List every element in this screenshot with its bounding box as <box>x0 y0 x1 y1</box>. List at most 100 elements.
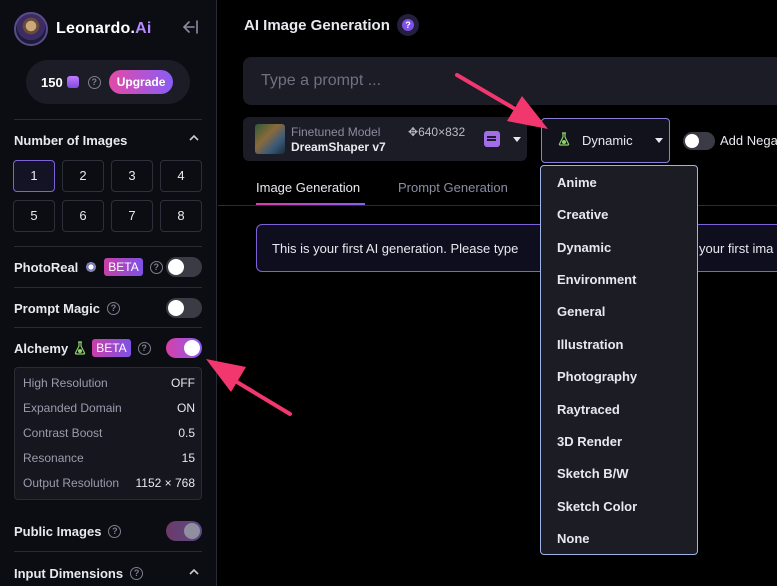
prompt-magic-toggle[interactable] <box>166 298 202 318</box>
alchemy-flask-icon <box>74 341 86 355</box>
style-option-creative[interactable]: Creative <box>557 207 608 222</box>
setting-value: 0.5 <box>178 426 195 440</box>
chevron-up-icon[interactable] <box>189 568 199 578</box>
help-icon[interactable]: ? <box>87 75 101 89</box>
prompt-input[interactable] <box>243 57 777 105</box>
model-subtitle: Finetuned Model <box>291 125 381 139</box>
divider <box>14 327 202 328</box>
toggle-knob <box>184 523 200 539</box>
style-option-none[interactable]: None <box>557 531 590 546</box>
style-option-3d-render[interactable]: 3D Render <box>557 434 622 449</box>
toggle-knob <box>685 134 699 148</box>
style-option-sketch-bw[interactable]: Sketch B/W <box>557 466 629 481</box>
negative-prompt-toggle[interactable] <box>683 132 715 150</box>
help-icon[interactable]: ? <box>106 301 120 315</box>
question-glyph: ? <box>402 19 414 31</box>
help-icon[interactable]: ? <box>108 524 122 538</box>
image-count-6[interactable]: 6 <box>62 200 104 232</box>
page-title: AI Image Generation <box>244 17 390 34</box>
image-count-7[interactable]: 7 <box>111 200 153 232</box>
setting-label: Expanded Domain <box>23 401 122 415</box>
style-option-illustration[interactable]: Illustration <box>557 337 623 352</box>
notes-icon[interactable] <box>484 131 500 147</box>
photoreal-toggle[interactable] <box>166 257 202 277</box>
style-option-sketch-color[interactable]: Sketch Color <box>557 499 637 514</box>
tab-image-generation[interactable]: Image Generation <box>256 180 360 195</box>
setting-label: Resonance <box>23 451 84 465</box>
image-count-4[interactable]: 4 <box>160 160 202 192</box>
image-count-2[interactable]: 2 <box>62 160 104 192</box>
photoreal-icon <box>84 260 99 274</box>
style-option-photography[interactable]: Photography <box>557 369 637 384</box>
style-selected-value: Dynamic <box>582 133 633 148</box>
alchemy-flask-icon <box>558 132 570 146</box>
brand-name: Leonardo.Ai <box>56 20 152 38</box>
setting-value: OFF <box>171 376 195 390</box>
alchemy-label: Alchemy <box>14 340 69 356</box>
chevron-up-icon[interactable] <box>189 134 199 144</box>
toggle-knob <box>168 300 184 316</box>
first-generation-notice: This is your first AI generation. Please… <box>256 224 777 272</box>
style-option-raytraced[interactable]: Raytraced <box>557 402 620 417</box>
caret-down-icon[interactable] <box>513 137 521 142</box>
alchemy-setting-output-resolution[interactable]: Output Resolution 1152 × 768 <box>23 476 195 492</box>
negative-prompt-label: Add Nega <box>720 133 777 148</box>
notice-text-end: your first ima <box>699 241 774 256</box>
toggle-knob <box>168 259 184 275</box>
alchemy-setting-high-resolution[interactable]: High Resolution OFF <box>23 376 195 392</box>
move-icon: ✥ <box>408 125 419 139</box>
setting-value: 15 <box>181 451 195 465</box>
image-count-3[interactable]: 3 <box>111 160 153 192</box>
upgrade-button[interactable]: Upgrade <box>108 70 174 94</box>
public-images-label: Public Images <box>14 523 102 539</box>
caret-down-icon <box>655 138 663 143</box>
style-select[interactable]: Dynamic <box>541 118 670 163</box>
alchemy-setting-expanded-domain[interactable]: Expanded Domain ON <box>23 401 195 417</box>
annotation-arrow <box>206 359 292 416</box>
setting-label: Contrast Boost <box>23 426 103 440</box>
alchemy-settings-panel: High Resolution OFF Expanded Domain ON Con… <box>14 367 202 500</box>
style-option-anime[interactable]: Anime <box>557 175 597 190</box>
setting-value: 1152 × 768 <box>135 476 195 490</box>
model-name: DreamShaper v7 <box>291 140 386 154</box>
style-option-environment[interactable]: Environment <box>557 272 636 287</box>
image-count-8[interactable]: 8 <box>160 200 202 232</box>
number-of-images-title: Number of Images <box>14 133 128 148</box>
number-of-images-grid: 1 2 3 4 5 6 7 8 <box>13 160 202 232</box>
brand-name-prefix: Leonardo. <box>56 20 136 37</box>
setting-label: Output Resolution <box>23 476 120 490</box>
model-thumbnail <box>255 124 285 154</box>
divider <box>14 287 202 288</box>
photoreal-label: PhotoReal <box>14 259 79 275</box>
alchemy-setting-contrast-boost[interactable]: Contrast Boost 0.5 <box>23 426 195 442</box>
public-images-toggle[interactable] <box>166 521 202 541</box>
input-dimensions-row[interactable]: Input Dimensions ? <box>14 562 202 584</box>
input-dimensions-label: Input Dimensions <box>14 565 124 581</box>
image-count-1[interactable]: 1 <box>13 160 55 192</box>
model-selector[interactable]: Finetuned Model DreamShaper v7 ✥640×832 <box>243 117 527 161</box>
alchemy-beta-badge: BETA <box>92 339 131 357</box>
collapse-sidebar-icon[interactable] <box>181 20 199 36</box>
brand[interactable]: Leonardo.Ai <box>14 12 152 46</box>
photoreal-beta-badge: BETA <box>104 258 143 276</box>
alchemy-setting-resonance[interactable]: Resonance 15 <box>23 451 195 467</box>
model-dimensions-value: 640×832 <box>418 125 466 139</box>
active-tab-indicator <box>256 203 365 205</box>
help-icon[interactable]: ? <box>149 260 163 274</box>
help-icon[interactable]: ? <box>137 341 151 355</box>
tab-prompt-generation[interactable]: Prompt Generation <box>398 180 508 195</box>
divider <box>14 551 202 552</box>
style-option-general[interactable]: General <box>557 304 605 319</box>
prompt-help-icon[interactable]: ? <box>397 14 419 36</box>
brand-name-suffix: Ai <box>135 20 152 37</box>
public-images-row: Public Images ? <box>14 520 202 542</box>
alchemy-toggle[interactable] <box>166 338 202 358</box>
divider <box>14 119 202 120</box>
style-option-dynamic[interactable]: Dynamic <box>557 240 611 255</box>
prompt-magic-row: Prompt Magic ? <box>14 297 202 319</box>
setting-label: High Resolution <box>23 376 108 390</box>
toggle-knob <box>184 340 200 356</box>
help-icon[interactable]: ? <box>130 566 144 580</box>
image-count-5[interactable]: 5 <box>13 200 55 232</box>
model-dimensions: ✥640×832 <box>408 125 465 139</box>
